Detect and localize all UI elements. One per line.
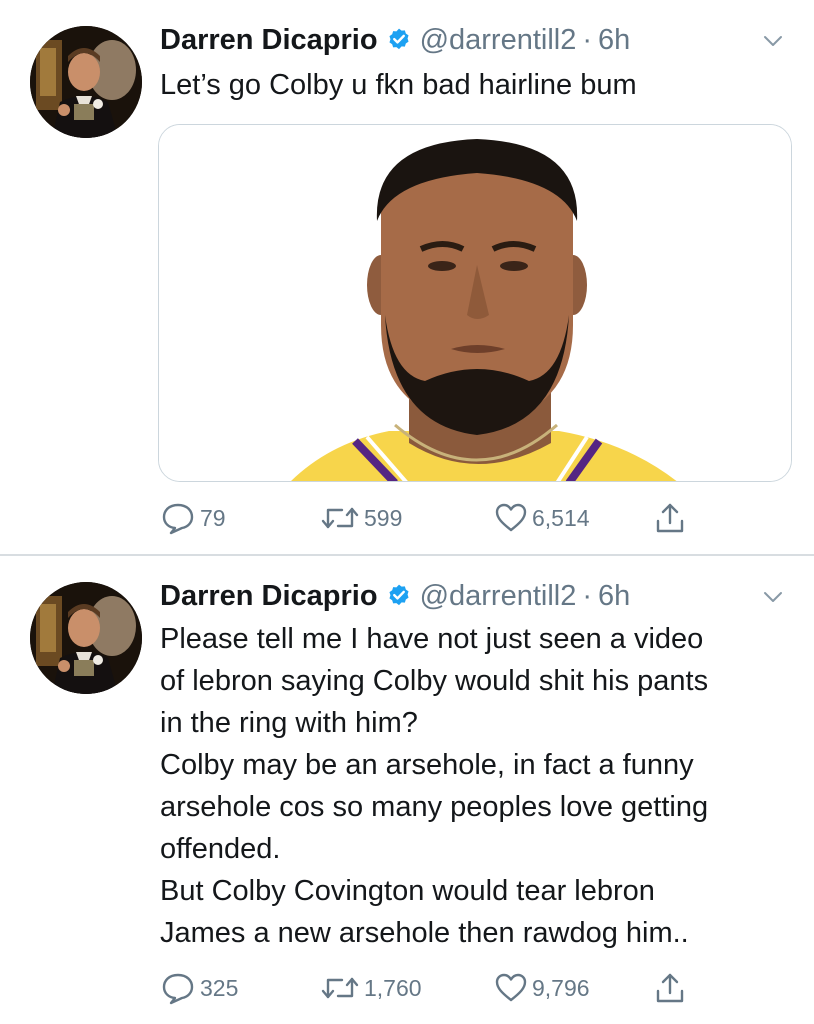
heart-icon	[495, 503, 527, 532]
reply-bubble-icon	[162, 973, 194, 1005]
share-button[interactable]	[654, 970, 690, 1006]
reply-bubble-icon	[162, 503, 194, 535]
avatar[interactable]	[30, 582, 142, 694]
tweet-2[interactable]: Darren Dicaprio @darrentill2 · 6h Please…	[0, 554, 814, 1024]
tweet-text: Please tell me I have not just seen a vi…	[160, 618, 800, 954]
tweet-header: Darren Dicaprio @darrentill2 · 6h	[160, 576, 630, 616]
tweet-text-line: But Colby Covington would tear lebron	[160, 875, 655, 907]
tweet-image[interactable]	[158, 124, 792, 482]
verified-badge-icon	[386, 583, 412, 609]
reply-count: 79	[200, 504, 226, 531]
display-name[interactable]: Darren Dicaprio	[160, 580, 378, 613]
display-name[interactable]: Darren Dicaprio	[160, 24, 378, 57]
tweet-header: Darren Dicaprio @darrentill2 · 6h	[160, 20, 630, 60]
reply-button[interactable]: 325	[160, 970, 238, 1006]
retweet-count: 1,760	[364, 974, 422, 1001]
share-upload-icon	[656, 973, 684, 1003]
like-count: 9,796	[532, 974, 590, 1001]
tweet-text-line: offended.	[160, 833, 281, 865]
avatar[interactable]	[30, 26, 142, 138]
tweet-text-line: arsehole cos so many peoples love gettin…	[160, 791, 709, 823]
tweet-text: Let’s go Colby u fkn bad hairline bum	[160, 64, 800, 106]
verified-badge-icon	[386, 27, 412, 53]
retweet-count: 599	[364, 504, 403, 531]
tweet-text-line: Let’s go Colby u fkn bad hairline bum	[160, 69, 637, 101]
share-upload-icon	[656, 503, 684, 533]
chevron-down-icon[interactable]	[762, 30, 784, 52]
retweet-button[interactable]: 599	[320, 500, 402, 536]
tweet-actions: 325 1,760 9,796	[160, 970, 720, 1006]
reply-count: 325	[200, 974, 239, 1001]
handle[interactable]: @darrentill2	[420, 24, 577, 57]
like-count: 6,514	[532, 504, 590, 531]
tweet-text-line: Colby may be an arsehole, in fact a funn…	[160, 749, 694, 781]
retweet-icon	[321, 507, 359, 529]
like-button[interactable]: 9,796	[494, 970, 590, 1006]
like-button[interactable]: 6,514	[494, 500, 590, 536]
handle[interactable]: @darrentill2	[420, 580, 577, 613]
retweet-button[interactable]: 1,760	[320, 970, 422, 1006]
separator-dot: ·	[582, 579, 593, 612]
tweet-text-line: Please tell me I have not just seen a vi…	[160, 623, 704, 655]
reply-button[interactable]: 79	[160, 500, 226, 536]
heart-icon	[495, 973, 527, 1002]
tweet-text-line: James a new arsehole then rawdog him..	[160, 917, 689, 949]
tweet-actions: 79 599 6,514	[160, 500, 720, 536]
retweet-icon	[321, 977, 359, 999]
timestamp[interactable]: 6h	[598, 24, 630, 57]
chevron-down-icon[interactable]	[762, 586, 784, 608]
tweet-1[interactable]: Darren Dicaprio @darrentill2 · 6h Let’s …	[0, 0, 814, 554]
tweet-text-line: in the ring with him?	[160, 707, 418, 739]
timestamp[interactable]: 6h	[598, 580, 630, 613]
tweet-text-line: of lebron saying Colby would shit his pa…	[160, 665, 709, 697]
separator-dot: ·	[582, 23, 593, 56]
share-button[interactable]	[654, 500, 690, 536]
